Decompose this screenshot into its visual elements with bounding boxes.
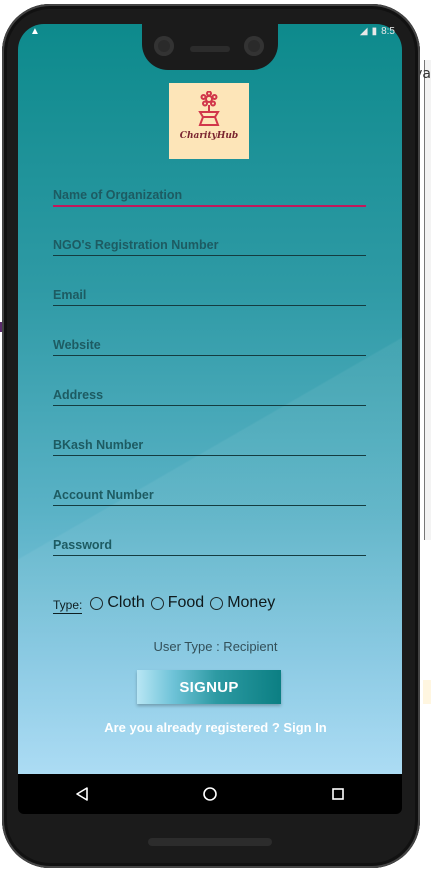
user-type-text: User Type : Recipient xyxy=(153,639,278,654)
earpiece-speaker xyxy=(190,46,230,52)
front-camera-icon xyxy=(154,36,174,56)
type-label: Type: xyxy=(53,598,83,614)
ngo-registration-input[interactable] xyxy=(53,238,366,252)
status-bar: ◢ ▮ 8:5 xyxy=(360,26,395,37)
organization-field[interactable] xyxy=(53,183,366,207)
organization-input[interactable] xyxy=(53,188,366,202)
sign-in-link[interactable]: Are you already registered ? Sign In xyxy=(0,720,431,735)
radio-food-label: Food xyxy=(167,594,205,611)
radio-food[interactable]: Food xyxy=(150,594,205,612)
password-input[interactable] xyxy=(53,538,366,552)
radio-money-label: Money xyxy=(227,594,276,611)
bkash-input[interactable] xyxy=(53,438,366,452)
password-field[interactable] xyxy=(53,533,366,556)
ngo-registration-field[interactable] xyxy=(53,233,366,256)
back-triangle-icon xyxy=(76,787,88,801)
email-input[interactable] xyxy=(53,288,366,302)
background-window-highlight xyxy=(423,680,431,704)
signup-button[interactable]: SIGNUP xyxy=(137,670,281,704)
logo-text: CharityHub xyxy=(179,131,239,141)
wifi-icon: ◢ xyxy=(359,26,368,37)
radio-cloth[interactable]: Cloth xyxy=(90,594,145,612)
radio-circle-icon[interactable] xyxy=(90,596,104,610)
flower-pot-icon xyxy=(198,91,220,126)
email-field[interactable] xyxy=(53,283,366,306)
nav-recents-button[interactable] xyxy=(318,774,358,814)
address-field[interactable] xyxy=(53,383,366,406)
bkash-field[interactable] xyxy=(53,433,366,456)
website-field[interactable] xyxy=(53,333,366,356)
nav-home-button[interactable] xyxy=(190,774,230,814)
volume-button xyxy=(406,204,412,264)
radio-cloth-label: Cloth xyxy=(107,594,145,611)
radio-circle-icon[interactable] xyxy=(210,596,224,610)
battery-icon: ▮ xyxy=(371,26,378,37)
navigation-bar xyxy=(18,774,402,814)
address-input[interactable] xyxy=(53,388,366,402)
background-window-edge xyxy=(424,60,431,540)
status-time: 8:5 xyxy=(381,26,395,37)
radio-circle-icon[interactable] xyxy=(150,596,164,610)
home-circle-icon xyxy=(203,787,217,801)
nav-back-button[interactable] xyxy=(62,774,102,814)
radio-money[interactable]: Money xyxy=(210,594,275,612)
recents-square-icon xyxy=(332,788,344,800)
front-camera-icon xyxy=(244,36,264,56)
type-radio-group: Type: Cloth Food Money xyxy=(53,591,373,615)
app-logo: CharityHub xyxy=(169,83,249,159)
website-input[interactable] xyxy=(53,338,366,352)
camera-notch xyxy=(142,24,278,70)
account-number-input[interactable] xyxy=(53,488,366,502)
status-indicator-icon: ▲ xyxy=(30,26,40,37)
bottom-speaker xyxy=(148,838,272,846)
account-number-field[interactable] xyxy=(53,483,366,506)
